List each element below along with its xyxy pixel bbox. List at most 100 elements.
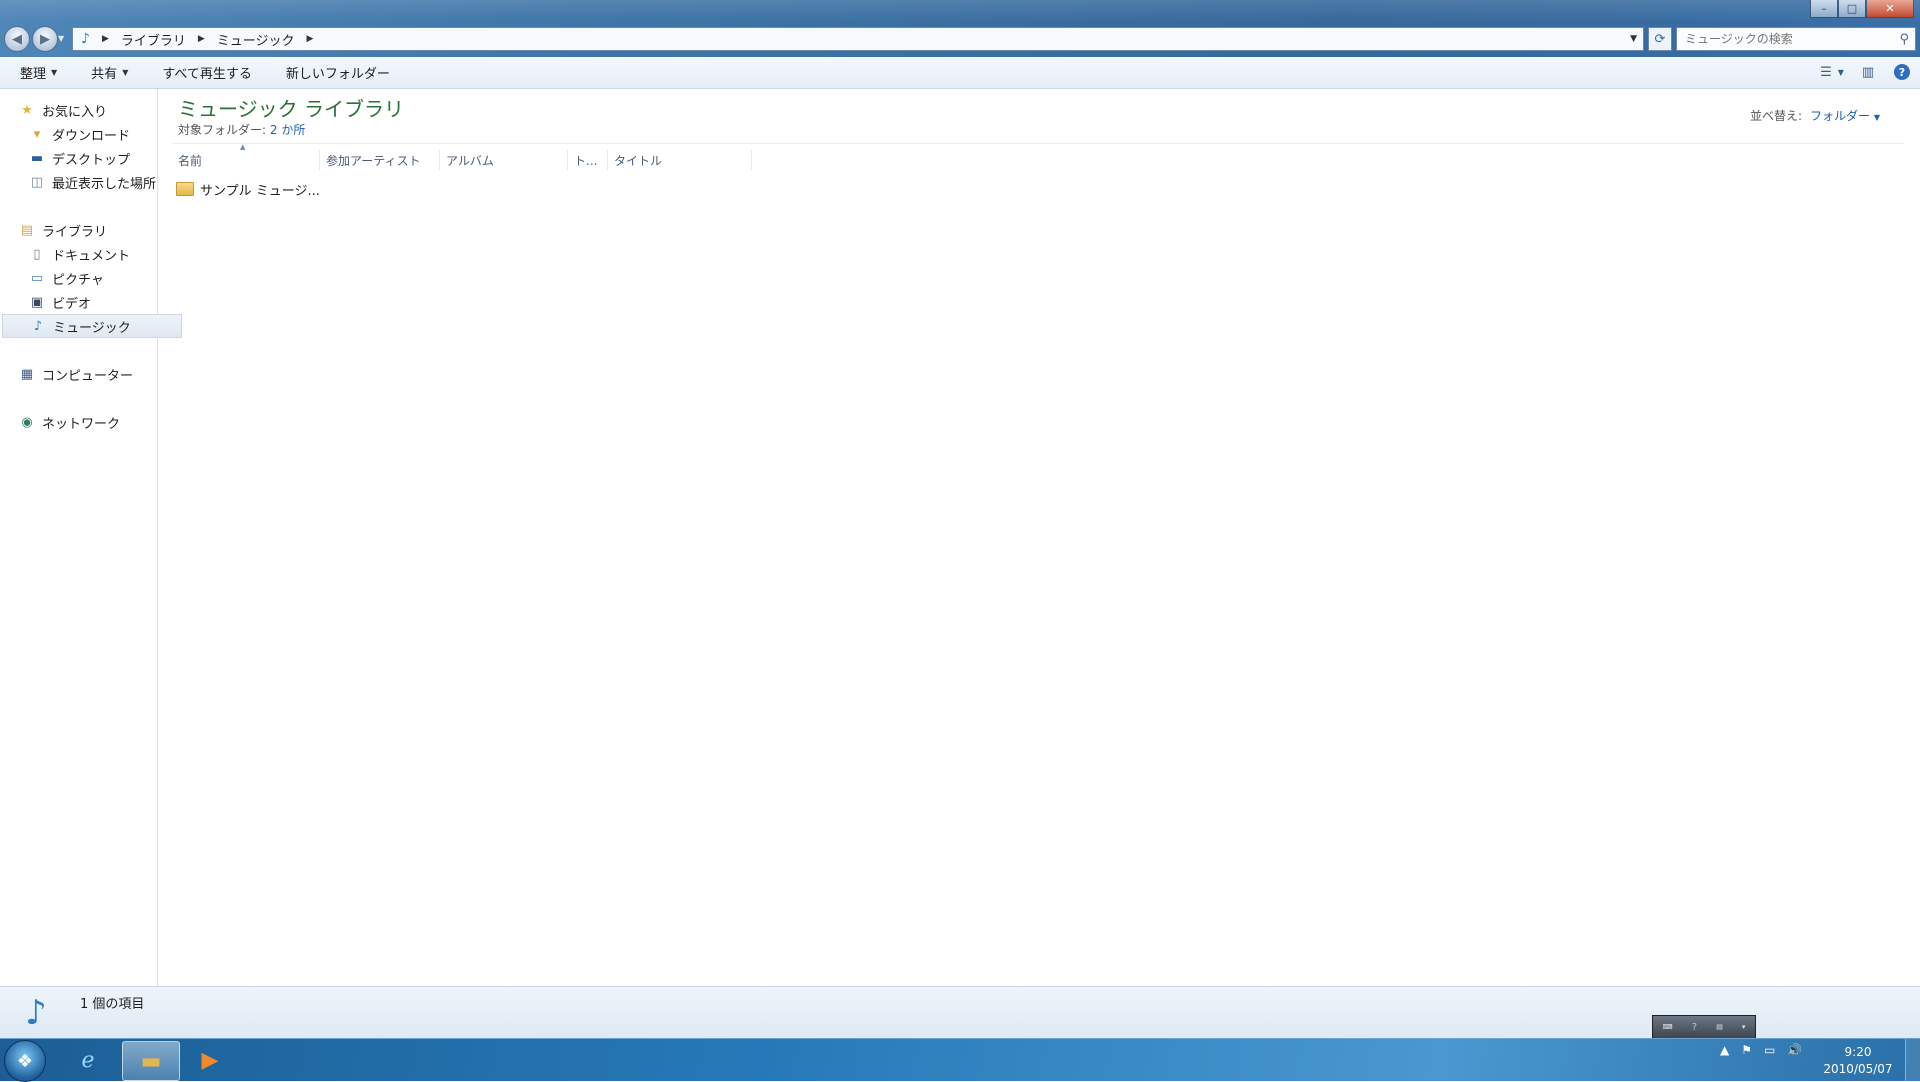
breadcrumb-libraries[interactable]: ライブラリ: [121, 30, 186, 49]
desktop-icon: ▬: [30, 150, 44, 166]
maximize-button[interactable]: □: [1838, 0, 1866, 18]
sidebar-item-downloads[interactable]: ▾ ダウンロード: [0, 123, 184, 145]
back-button[interactable]: ◀: [4, 26, 30, 52]
sidebar-item-desktop[interactable]: ▬ デスクトップ: [0, 147, 184, 169]
sidebar-item-documents[interactable]: ▯ ドキュメント: [0, 243, 184, 265]
help-icon[interactable]: ?: [1894, 64, 1910, 80]
volume-icon[interactable]: 🔊: [1787, 1043, 1802, 1057]
sidebar-label: ビデオ: [52, 296, 92, 312]
command-bar: 整理 ▼ 共有 ▼ すべて再生する 新しいフォルダー ☰ ▼ ▥ ?: [0, 57, 1920, 89]
sidebar-item-network[interactable]: ◉ ネットワーク: [0, 411, 174, 433]
video-icon: ▣: [30, 294, 44, 310]
library-locations: 対象フォルダー: 2 か所: [178, 121, 305, 138]
sidebar-label: ピクチャ: [52, 272, 104, 288]
column-header-name[interactable]: 名前: [172, 150, 320, 170]
organize-label: 整理: [20, 67, 47, 82]
refresh-icon: ⟳: [1654, 31, 1666, 47]
help-icon[interactable]: ?: [1692, 1022, 1697, 1033]
music-library-icon: ♪: [25, 993, 47, 1033]
new-folder-button[interactable]: 新しいフォルダー: [284, 59, 392, 86]
chevron-down-icon: ▼: [1873, 113, 1880, 122]
start-button[interactable]: ❖: [4, 1040, 46, 1082]
sidebar-label: お気に入り: [42, 104, 108, 120]
chevron-down-icon[interactable]: ▾: [1742, 1023, 1746, 1031]
share-button[interactable]: 共有 ▼: [89, 59, 130, 86]
chevron-down-icon: ▼: [1837, 67, 1844, 77]
search-input[interactable]: [1683, 31, 1892, 47]
recent-pages-dropdown[interactable]: ▼: [58, 34, 64, 43]
sidebar-item-computer[interactable]: ▦ コンピューター: [0, 363, 174, 385]
language-bar[interactable]: ⌨ ? ▤ ▾: [1652, 1015, 1756, 1039]
column-header-title[interactable]: タイトル: [608, 150, 752, 170]
taskbar-media-player[interactable]: ▶: [182, 1041, 238, 1079]
picture-icon: ▭: [30, 270, 44, 286]
computer-icon: ▦: [20, 366, 34, 382]
breadcrumb-arrow-icon[interactable]: ▶: [307, 34, 314, 44]
music-note-icon: ♪: [81, 31, 90, 47]
forward-button[interactable]: ▶: [32, 26, 58, 52]
item-name: サンプル ミュージ...: [200, 183, 320, 199]
arrange-by: 並べ替え: フォルダー ▼: [1750, 107, 1880, 124]
minimize-button[interactable]: –: [1810, 0, 1838, 18]
document-icon: ▯: [33, 246, 41, 262]
star-icon: ★: [21, 102, 33, 118]
sidebar-item-pictures[interactable]: ▭ ピクチャ: [0, 267, 184, 289]
action-center-flag-icon[interactable]: ⚑: [1741, 1043, 1752, 1057]
sidebar-item-recent-places[interactable]: ◫ 最近表示した場所: [0, 171, 184, 193]
search-icon[interactable]: ⚲: [1899, 32, 1909, 47]
media-player-icon: ▶: [201, 1047, 219, 1073]
sidebar-item-music[interactable]: ♪ ミュージック: [2, 314, 182, 338]
close-button[interactable]: ✕: [1866, 0, 1914, 18]
address-bar[interactable]: ♪ ▶ ライブラリ ▶ ミュージック ▶ ▼: [72, 27, 1644, 51]
taskbar-explorer[interactable]: ▬: [122, 1041, 180, 1081]
breadcrumb-music[interactable]: ミュージック: [217, 30, 295, 49]
downloads-folder-icon: ▾: [33, 126, 41, 142]
search-box[interactable]: ⚲: [1676, 27, 1916, 51]
show-hidden-icons-icon[interactable]: ▲: [1720, 1043, 1729, 1057]
sidebar-item-libraries[interactable]: ▤ ライブラリ: [0, 219, 174, 241]
arrange-by-dropdown[interactable]: フォルダー ▼: [1810, 107, 1880, 124]
clock[interactable]: 9:20 2010/05/07: [1818, 1044, 1898, 1078]
column-header-artists[interactable]: 参加アーティスト: [320, 150, 440, 170]
library-icon: ▤: [20, 222, 34, 238]
sidebar-item-favorites[interactable]: ★ お気に入り: [0, 99, 174, 121]
sidebar-label: ミュージック: [53, 320, 131, 336]
locations-link[interactable]: 2 か所: [270, 123, 305, 137]
column-header-album[interactable]: アルバム: [440, 150, 568, 170]
address-dropdown-icon[interactable]: ▼: [1630, 34, 1637, 44]
ime-mode-icon[interactable]: ▤: [1716, 1023, 1723, 1031]
preview-pane-button[interactable]: ▥: [1858, 62, 1878, 82]
sidebar-label: ネットワーク: [42, 416, 121, 432]
folder-icon: [176, 182, 194, 196]
list-item[interactable]: サンプル ミュージ...: [176, 178, 320, 200]
show-desktop-button[interactable]: [1905, 1039, 1920, 1081]
taskbar: ❖ ℯ ▬ ▶ ▲ ⚑ ▭ 🔊 9:20 2010/05/07: [0, 1038, 1920, 1082]
column-header-track[interactable]: ト...: [568, 150, 608, 170]
breadcrumb-arrow-icon[interactable]: ▶: [198, 34, 205, 44]
sidebar-item-videos[interactable]: ▣ ビデオ: [0, 291, 184, 313]
keyboard-icon[interactable]: ⌨: [1663, 1023, 1673, 1031]
view-options-button[interactable]: ☰ ▼: [1820, 62, 1844, 82]
preview-pane-icon: ▥: [1861, 64, 1875, 80]
play-all-button[interactable]: すべて再生する: [160, 59, 254, 86]
windows-logo-icon: ❖: [16, 1050, 34, 1072]
sidebar-label: ドキュメント: [52, 248, 131, 264]
clock-time: 9:20: [1844, 1045, 1872, 1059]
network-icon[interactable]: ▭: [1764, 1043, 1775, 1057]
sidebar-label: コンピューター: [42, 368, 134, 384]
sidebar-label: 最近表示した場所: [52, 176, 157, 192]
organize-button[interactable]: 整理 ▼: [18, 59, 59, 86]
item-count: 1 個の項目: [80, 997, 145, 1012]
share-label: 共有: [91, 67, 118, 82]
taskbar-internet-explorer[interactable]: ℯ: [60, 1041, 116, 1079]
navigation-pane: ★ お気に入り ▾ ダウンロード ▬ デスクトップ ◫ 最近表示した場所 ▤ ライブラリ …: [0, 89, 182, 986]
network-icon: ◉: [21, 414, 33, 430]
music-note-icon: ♪: [33, 318, 43, 334]
sidebar-label: デスクトップ: [52, 152, 131, 168]
details-pane: ♪ 1 個の項目: [0, 986, 1920, 1039]
folder-icon: ▬: [140, 1048, 162, 1074]
breadcrumb-arrow-icon[interactable]: ▶: [102, 34, 109, 44]
header-divider: [172, 143, 1904, 144]
locations-label: 対象フォルダー:: [178, 123, 267, 137]
refresh-button[interactable]: ⟳: [1648, 27, 1672, 51]
